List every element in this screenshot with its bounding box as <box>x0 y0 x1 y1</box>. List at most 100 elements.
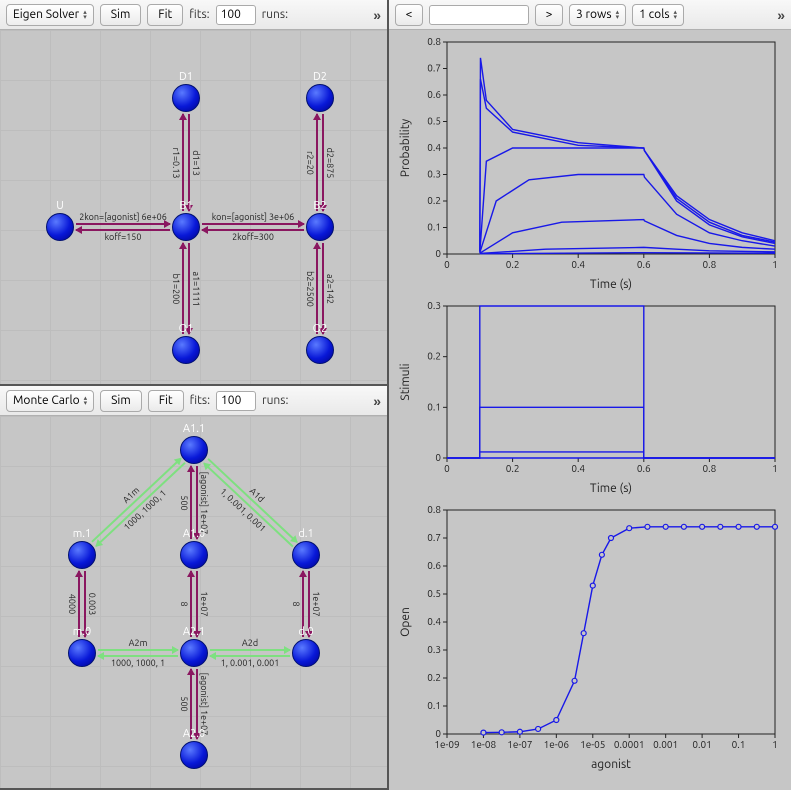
svg-text:0.001: 0.001 <box>653 739 678 750</box>
edge-label: a1=1111 <box>191 271 201 306</box>
rows-select[interactable]: 3 rows ▴▾ <box>569 4 626 26</box>
plot-Probability[interactable]: 00.20.40.60.8100.10.20.30.40.50.60.70.8T… <box>395 34 785 294</box>
edge-label: 0.003 <box>87 593 97 616</box>
fits-input[interactable] <box>216 5 256 25</box>
prev-button[interactable]: < <box>395 4 423 26</box>
fits-label: fits: <box>189 8 209 21</box>
page-input[interactable] <box>429 5 529 25</box>
state-node[interactable]: A2.0 <box>180 741 208 769</box>
runs-label: runs: <box>262 8 288 21</box>
svg-text:0.1: 0.1 <box>427 700 441 711</box>
state-diagram-1[interactable]: d1=13r1=0.13d2=875r2=202kon=[agonist] 6e… <box>0 30 387 384</box>
solver-select[interactable]: Monte Carlo ▴▾ <box>6 390 94 412</box>
state-node[interactable]: m.0 <box>68 639 96 667</box>
svg-text:Probability: Probability <box>399 119 412 178</box>
spinner-icon: ▴▾ <box>84 396 88 406</box>
solver-value: Monte Carlo <box>13 394 80 407</box>
state-node[interactable]: m.1 <box>68 541 96 569</box>
svg-text:0.3: 0.3 <box>427 644 441 655</box>
edge-label: a2=142 <box>325 273 335 303</box>
node-label: O1 <box>179 323 194 335</box>
edge-label: r1=0.13 <box>171 147 181 178</box>
svg-text:0: 0 <box>435 248 441 259</box>
expand-button[interactable]: » <box>373 393 381 409</box>
solver-value: Eigen Solver <box>13 8 79 21</box>
svg-text:0.5: 0.5 <box>427 588 441 599</box>
edge[interactable] <box>201 456 299 549</box>
state-diagram-2[interactable]: A1m1000, 1000, 1A1d1, 0.001, 0.001[agoni… <box>0 416 387 788</box>
edge-label: d2=875 <box>325 147 335 178</box>
node-label: D1 <box>179 71 193 83</box>
node-label: D2 <box>313 71 327 83</box>
solver-select[interactable]: Eigen Solver ▴▾ <box>6 4 94 26</box>
edge-label: koff=150 <box>105 232 142 242</box>
svg-text:0.6: 0.6 <box>637 463 651 474</box>
svg-text:0.4: 0.4 <box>427 142 441 153</box>
edge-label: 1000, 1000, 1 <box>111 658 165 668</box>
state-node[interactable]: D1 <box>172 84 200 112</box>
node-label: O2 <box>313 323 328 335</box>
edge-label: A2m <box>129 638 148 648</box>
svg-text:Time (s): Time (s) <box>590 482 632 495</box>
edge-label: 1e+07 <box>311 591 321 616</box>
state-node[interactable]: B1 <box>172 213 200 241</box>
sim-button[interactable]: Sim <box>100 4 142 26</box>
fit-button[interactable]: Fit <box>148 390 184 412</box>
fits-input[interactable] <box>216 391 256 411</box>
node-label: B1 <box>179 200 192 212</box>
expand-button[interactable]: » <box>777 7 785 23</box>
state-node[interactable]: A2.1 <box>180 639 208 667</box>
spinner-icon: ▴▾ <box>616 10 620 20</box>
node-label: A2.0 <box>183 728 205 740</box>
svg-text:0: 0 <box>435 728 441 739</box>
svg-text:0.7: 0.7 <box>427 63 441 74</box>
svg-text:0.6: 0.6 <box>427 89 441 100</box>
state-node[interactable]: d.1 <box>292 541 320 569</box>
svg-text:0.1: 0.1 <box>427 401 441 412</box>
cols-value: 1 cols <box>639 8 669 21</box>
svg-text:0: 0 <box>435 452 441 463</box>
svg-text:0.8: 0.8 <box>703 259 717 270</box>
fit-button[interactable]: Fit <box>147 4 183 26</box>
edge-label: kon=[agonist] 3e+06 <box>212 212 295 222</box>
svg-text:0.01: 0.01 <box>692 739 711 750</box>
svg-text:0.8: 0.8 <box>703 463 717 474</box>
node-label: d.0 <box>298 626 313 638</box>
state-node[interactable]: A1.1 <box>180 436 208 464</box>
svg-text:1: 1 <box>772 463 778 474</box>
edge-label: 1, 0.001, 0.001 <box>221 658 280 668</box>
state-node[interactable]: A1.0 <box>180 541 208 569</box>
fits-label: fits: <box>190 394 210 407</box>
state-node[interactable]: d.0 <box>292 639 320 667</box>
edge-label: A2d <box>242 638 258 648</box>
runs-label: runs: <box>262 394 288 407</box>
svg-text:0.2: 0.2 <box>427 351 441 362</box>
state-node[interactable]: B2 <box>306 213 334 241</box>
node-label: m.1 <box>73 528 91 540</box>
svg-text:0.2: 0.2 <box>506 259 520 270</box>
next-button[interactable]: > <box>535 4 563 26</box>
edge-label: 500 <box>179 696 189 711</box>
svg-text:1e-05: 1e-05 <box>580 739 605 750</box>
sim-button[interactable]: Sim <box>100 390 142 412</box>
plot-Open[interactable]: 1e-091e-081e-071e-061e-050.00010.0010.01… <box>395 502 785 774</box>
svg-text:0.8: 0.8 <box>427 36 441 47</box>
state-node[interactable]: O2 <box>306 336 334 364</box>
edge-label: [agonist] 1e+07 <box>199 673 209 736</box>
plot-Stimuli[interactable]: 00.20.40.60.8100.10.20.3Time (s)Stimuli <box>395 298 785 498</box>
edge[interactable] <box>89 456 187 549</box>
edge-label: d1=13 <box>191 150 201 176</box>
node-label: A2.1 <box>183 626 205 638</box>
node-label: m.0 <box>73 626 91 638</box>
svg-text:1: 1 <box>772 259 778 270</box>
cols-select[interactable]: 1 cols ▴▾ <box>632 4 684 26</box>
node-label: B2 <box>313 200 326 212</box>
state-node[interactable]: D2 <box>306 84 334 112</box>
edge-label: 8 <box>291 601 301 606</box>
node-label: A1.1 <box>183 423 205 435</box>
expand-button[interactable]: » <box>373 7 381 23</box>
svg-text:0.5: 0.5 <box>427 116 441 127</box>
edge-label: 500 <box>179 495 189 510</box>
state-node[interactable]: O1 <box>172 336 200 364</box>
state-node[interactable]: U <box>46 213 74 241</box>
